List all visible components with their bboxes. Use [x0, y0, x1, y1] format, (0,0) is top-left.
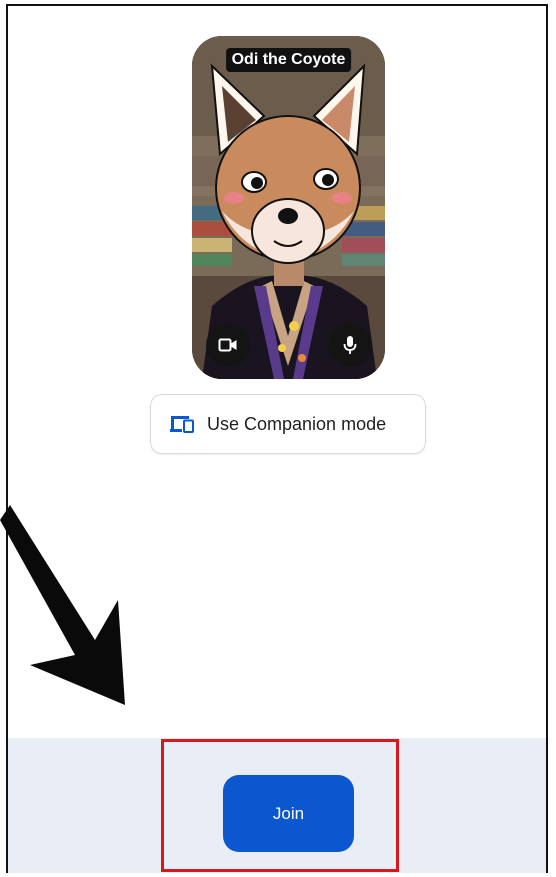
camera-toggle-button[interactable] — [206, 323, 250, 367]
mic-toggle-button[interactable] — [328, 323, 372, 367]
join-highlight-box — [161, 739, 399, 872]
companion-mode-button[interactable]: Use Companion mode — [150, 394, 426, 454]
camera-icon — [218, 338, 237, 352]
participant-name: Odi the Coyote — [225, 48, 352, 72]
devices-icon — [170, 416, 194, 433]
pointer-arrow-icon — [0, 505, 125, 705]
companion-mode-label: Use Companion mode — [207, 413, 387, 434]
mic-icon — [343, 336, 357, 354]
video-preview: Odi the Coyote — [192, 36, 385, 379]
